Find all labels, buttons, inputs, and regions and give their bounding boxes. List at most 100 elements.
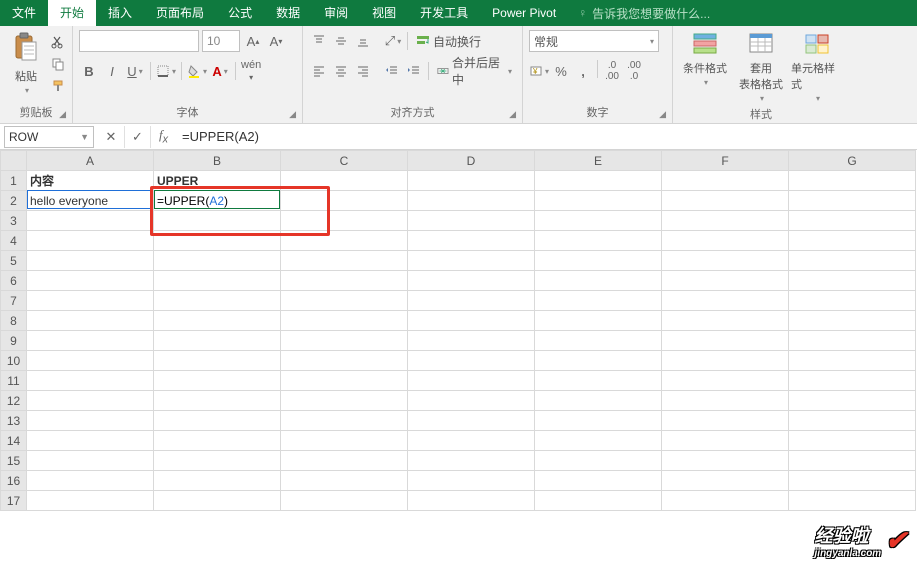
cell-G1[interactable] xyxy=(789,171,916,191)
cell-B11[interactable] xyxy=(154,371,281,391)
row-header-17[interactable]: 17 xyxy=(1,491,27,511)
cell-C5[interactable] xyxy=(281,251,408,271)
cell-F3[interactable] xyxy=(662,211,789,231)
cell-D6[interactable] xyxy=(408,271,535,291)
tab-home[interactable]: 开始 xyxy=(48,0,96,26)
cell-D17[interactable] xyxy=(408,491,535,511)
cell-A3[interactable] xyxy=(27,211,154,231)
decrease-indent-button[interactable] xyxy=(382,60,402,82)
percent-button[interactable]: % xyxy=(551,60,571,82)
select-all-corner[interactable] xyxy=(1,151,27,171)
cell-B17[interactable] xyxy=(154,491,281,511)
decrease-font-button[interactable]: A▾ xyxy=(266,30,286,52)
cell-C11[interactable] xyxy=(281,371,408,391)
phonetic-button[interactable]: wén▾ xyxy=(241,60,261,82)
cell-C7[interactable] xyxy=(281,291,408,311)
align-left-button[interactable] xyxy=(309,60,329,82)
cell-F13[interactable] xyxy=(662,411,789,431)
cell-F15[interactable] xyxy=(662,451,789,471)
cell-B8[interactable] xyxy=(154,311,281,331)
column-header-A[interactable]: A xyxy=(27,151,154,171)
wrap-text-button[interactable]: 自动换行 xyxy=(412,30,485,52)
cell-C8[interactable] xyxy=(281,311,408,331)
align-center-button[interactable] xyxy=(331,60,351,82)
cell-A4[interactable] xyxy=(27,231,154,251)
cell-F11[interactable] xyxy=(662,371,789,391)
cell-B10[interactable] xyxy=(154,351,281,371)
tab-view[interactable]: 视图 xyxy=(360,0,408,26)
cell-C15[interactable] xyxy=(281,451,408,471)
cell-E7[interactable] xyxy=(535,291,662,311)
cell-F14[interactable] xyxy=(662,431,789,451)
cell-F7[interactable] xyxy=(662,291,789,311)
paste-button[interactable]: 粘贴 ▾ xyxy=(6,30,46,95)
cell-D8[interactable] xyxy=(408,311,535,331)
font-color-button[interactable]: A▾ xyxy=(210,60,230,82)
cell-D14[interactable] xyxy=(408,431,535,451)
cell-F10[interactable] xyxy=(662,351,789,371)
cell-styles-button[interactable]: 单元格样式▾ xyxy=(791,30,843,103)
row-header-2[interactable]: 2 xyxy=(1,191,27,211)
font-size-combo[interactable] xyxy=(202,30,240,52)
cell-G15[interactable] xyxy=(789,451,916,471)
align-middle-button[interactable] xyxy=(331,30,351,52)
cell-E14[interactable] xyxy=(535,431,662,451)
cell-A16[interactable] xyxy=(27,471,154,491)
cell-C2[interactable] xyxy=(281,191,408,211)
cell-E4[interactable] xyxy=(535,231,662,251)
cell-E12[interactable] xyxy=(535,391,662,411)
row-header-4[interactable]: 4 xyxy=(1,231,27,251)
cell-E6[interactable] xyxy=(535,271,662,291)
cell-D12[interactable] xyxy=(408,391,535,411)
cell-A13[interactable] xyxy=(27,411,154,431)
accounting-format-button[interactable]: ¥▾ xyxy=(529,60,549,82)
cell-D5[interactable] xyxy=(408,251,535,271)
increase-decimal-button[interactable]: .0.00 xyxy=(602,60,622,82)
conditional-format-button[interactable]: 条件格式▾ xyxy=(679,30,731,87)
cell-B5[interactable] xyxy=(154,251,281,271)
cell-G9[interactable] xyxy=(789,331,916,351)
cell-G10[interactable] xyxy=(789,351,916,371)
cell-A1[interactable]: 内容 xyxy=(27,171,154,191)
cell-F6[interactable] xyxy=(662,271,789,291)
cell-B3[interactable] xyxy=(154,211,281,231)
bold-button[interactable]: B xyxy=(79,60,99,82)
cell-D1[interactable] xyxy=(408,171,535,191)
cell-C9[interactable] xyxy=(281,331,408,351)
tell-me-search[interactable]: ♀ 告诉我您想要做什么... xyxy=(578,5,710,22)
tab-developer[interactable]: 开发工具 xyxy=(408,0,480,26)
column-header-C[interactable]: C xyxy=(281,151,408,171)
cell-B2[interactable]: =UPPER(A2) xyxy=(154,191,281,211)
cell-C14[interactable] xyxy=(281,431,408,451)
cell-A7[interactable] xyxy=(27,291,154,311)
cell-A5[interactable] xyxy=(27,251,154,271)
cell-C17[interactable] xyxy=(281,491,408,511)
row-header-14[interactable]: 14 xyxy=(1,431,27,451)
orientation-button[interactable]: ⤢▾ xyxy=(383,30,403,52)
cell-E17[interactable] xyxy=(535,491,662,511)
insert-function-button[interactable]: fx xyxy=(150,126,176,148)
increase-indent-button[interactable] xyxy=(404,60,424,82)
column-header-E[interactable]: E xyxy=(535,151,662,171)
cell-G2[interactable] xyxy=(789,191,916,211)
cell-E9[interactable] xyxy=(535,331,662,351)
row-header-6[interactable]: 6 xyxy=(1,271,27,291)
cell-F17[interactable] xyxy=(662,491,789,511)
cell-F4[interactable] xyxy=(662,231,789,251)
cell-F9[interactable] xyxy=(662,331,789,351)
decrease-decimal-button[interactable]: .00.0 xyxy=(624,60,644,82)
cell-C3[interactable] xyxy=(281,211,408,231)
tab-formulas[interactable]: 公式 xyxy=(216,0,264,26)
column-header-D[interactable]: D xyxy=(408,151,535,171)
cell-B13[interactable] xyxy=(154,411,281,431)
cell-D15[interactable] xyxy=(408,451,535,471)
cell-A15[interactable] xyxy=(27,451,154,471)
cell-A17[interactable] xyxy=(27,491,154,511)
row-header-12[interactable]: 12 xyxy=(1,391,27,411)
name-box[interactable]: ROW ▼ xyxy=(4,126,94,148)
cell-C12[interactable] xyxy=(281,391,408,411)
cell-D7[interactable] xyxy=(408,291,535,311)
cell-B16[interactable] xyxy=(154,471,281,491)
cell-A6[interactable] xyxy=(27,271,154,291)
cell-E2[interactable] xyxy=(535,191,662,211)
